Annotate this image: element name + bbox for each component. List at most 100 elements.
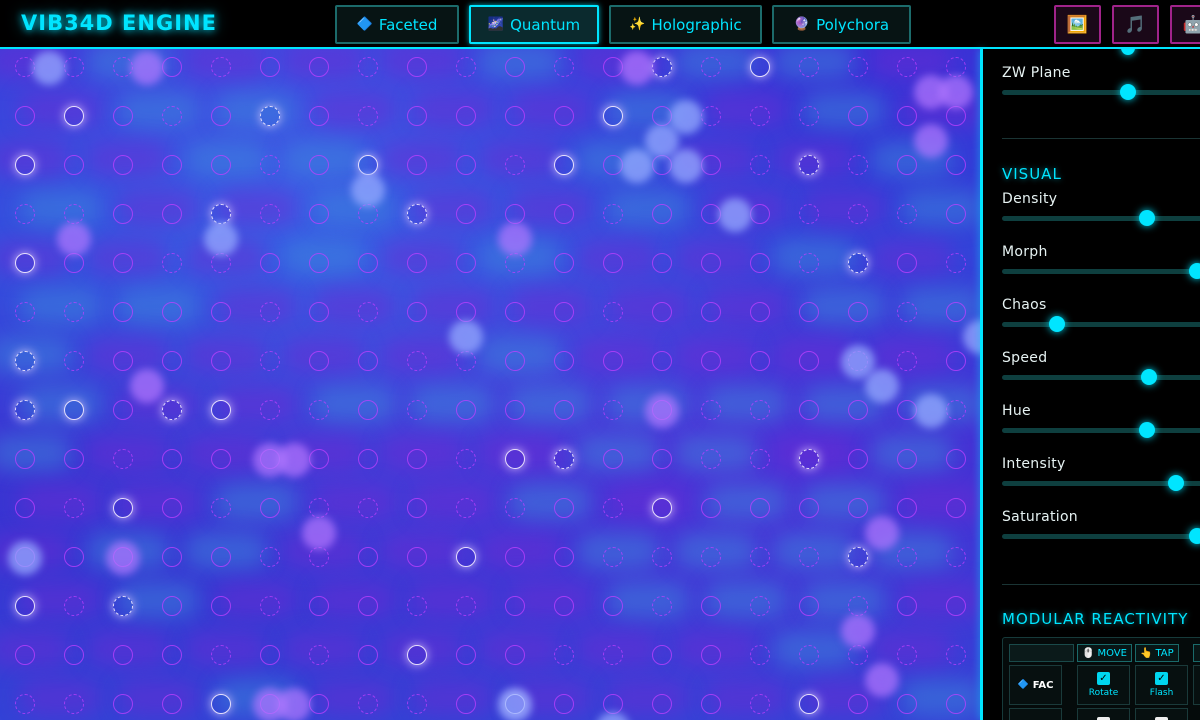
canvas-ring [211, 547, 231, 567]
canvas-ring [603, 106, 623, 126]
canvas-ring [407, 596, 427, 616]
canvas-orb [449, 320, 483, 354]
ai-button[interactable]: 🤖 [1170, 5, 1200, 44]
canvas-orb [253, 443, 287, 477]
canvas-ring [652, 694, 672, 714]
canvas-ring [162, 547, 182, 567]
canvas-ring [113, 204, 133, 224]
reactivity-cell-more[interactable] [1193, 665, 1200, 705]
canvas-ring [946, 547, 966, 567]
slider-track[interactable] [1002, 475, 1200, 491]
reactivity-cell[interactable] [1135, 708, 1188, 720]
canvas-ring [162, 253, 182, 273]
canvas-ring [113, 449, 133, 469]
slider-thumb[interactable] [1121, 49, 1135, 55]
slider-track[interactable] [1002, 316, 1200, 332]
canvas-ring [64, 498, 84, 518]
checkbox-rotate[interactable]: ✓ [1097, 672, 1110, 685]
canvas-ring [64, 645, 84, 665]
slider-track[interactable] [1002, 422, 1200, 438]
canvas-ring [113, 400, 133, 420]
reactivity-cell[interactable] [1077, 708, 1130, 720]
slider-track[interactable] [1002, 263, 1200, 279]
system-button-polychora[interactable]: 🔮 Polychora [772, 5, 911, 44]
canvas-ring [603, 645, 623, 665]
canvas-orb [57, 222, 91, 256]
canvas-ring [848, 596, 868, 616]
canvas-ring [946, 155, 966, 175]
slider-track[interactable] [1002, 528, 1200, 544]
canvas-orb [130, 51, 164, 85]
canvas-ring [309, 106, 329, 126]
checkbox-flash[interactable]: ✓ [1155, 672, 1168, 685]
canvas-ring [64, 694, 84, 714]
canvas-ring [603, 204, 623, 224]
canvas-ring [848, 400, 868, 420]
mode-tab-more[interactable] [1193, 644, 1200, 662]
canvas-ring [603, 596, 623, 616]
canvas-ring [505, 547, 525, 567]
canvas-ring [505, 57, 525, 77]
audio-button[interactable]: 🎵 [1112, 5, 1159, 44]
checkbox[interactable] [1097, 716, 1110, 720]
canvas-ring [701, 351, 721, 371]
canvas-ring [456, 351, 476, 371]
canvas-ring [799, 155, 819, 175]
slider-thumb[interactable] [1138, 422, 1155, 438]
slider-thumb[interactable] [1168, 475, 1185, 491]
canvas-ring [799, 106, 819, 126]
canvas-orb [351, 173, 385, 207]
canvas-orb [963, 320, 980, 354]
canvas-ring [799, 351, 819, 371]
canvas-ring [701, 57, 721, 77]
slider-thumb[interactable] [1141, 369, 1157, 385]
slider-track[interactable] [1002, 369, 1200, 385]
slider-thumb[interactable] [1189, 528, 1200, 544]
slider-thumb[interactable] [1048, 316, 1065, 332]
canvas-ring [407, 645, 427, 665]
canvas-ring [897, 645, 917, 665]
slider-thumb[interactable] [1189, 263, 1200, 279]
mode-tab-move[interactable]: 🖱️ MOVE [1077, 644, 1132, 662]
system-label: Quantum [510, 15, 581, 34]
canvas-ring [799, 57, 819, 77]
canvas-ring [946, 400, 966, 420]
canvas-ring [15, 449, 35, 469]
reactivity-cell-flash[interactable]: ✓ Flash [1135, 665, 1188, 705]
slider-thumb[interactable] [1138, 210, 1155, 226]
visualization-canvas[interactable] [0, 49, 980, 720]
canvas-orb [645, 394, 679, 428]
system-label: Faceted [378, 15, 438, 34]
canvas-ring [162, 302, 182, 322]
mode-tab-tap[interactable]: 👆 TAP [1135, 644, 1179, 662]
canvas-blob [0, 631, 70, 667]
canvas-ring [162, 106, 182, 126]
canvas-ring [211, 351, 231, 371]
canvas-ring [309, 302, 329, 322]
canvas-ring [358, 57, 378, 77]
system-button-holographic[interactable]: ✨ Holographic [609, 5, 762, 44]
checkbox[interactable] [1155, 716, 1168, 720]
canvas-ring [505, 302, 525, 322]
canvas-orb [718, 198, 752, 232]
slider-label: Morph [1002, 244, 1048, 260]
canvas-ring [505, 498, 525, 518]
canvas-ring [701, 498, 721, 518]
canvas-ring [113, 498, 133, 518]
mouse-icon: 🖱️ [1082, 647, 1095, 659]
slider-track[interactable] [1002, 84, 1200, 100]
canvas-ring [652, 204, 672, 224]
slider-track[interactable] [1002, 210, 1200, 226]
canvas-ring [848, 449, 868, 469]
slider-label: ZW Plane [1002, 65, 1071, 81]
canvas-ring [554, 547, 574, 567]
system-button-faceted[interactable]: 🔷 Faceted [335, 5, 459, 44]
reactivity-cell-rotate[interactable]: ✓ Rotate [1077, 665, 1130, 705]
slider-thumb[interactable] [1120, 84, 1136, 100]
system-button-quantum[interactable]: 🌌 Quantum [469, 5, 599, 44]
canvas-ring [113, 155, 133, 175]
pointer-icon: 👆 [1140, 647, 1153, 659]
canvas-ring [309, 596, 329, 616]
gallery-button[interactable]: 🖼️ [1054, 5, 1101, 44]
canvas-ring [848, 694, 868, 714]
